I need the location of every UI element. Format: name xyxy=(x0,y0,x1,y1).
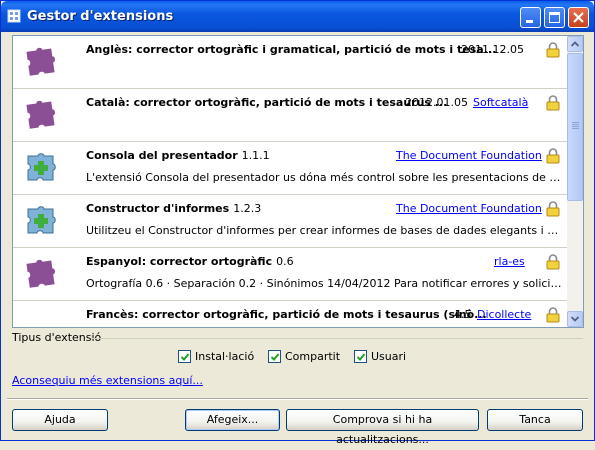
add-button[interactable]: Afegeix... xyxy=(185,409,280,431)
filter-group-label: Tipus d'extensió xyxy=(12,331,102,344)
lock-icon xyxy=(546,95,560,111)
installation-checkbox[interactable] xyxy=(178,350,191,363)
check-updates-button[interactable]: Comprova si hi ha actualitzacions... xyxy=(286,409,479,446)
user-label[interactable]: Usuari xyxy=(371,350,406,363)
svg-text:fr: fr xyxy=(33,326,49,328)
lock-icon xyxy=(546,148,560,164)
scroll-thumb[interactable] xyxy=(567,53,583,201)
more-extensions-link[interactable]: Aconsequiu més extensions aquí... xyxy=(12,374,203,387)
minimize-icon xyxy=(526,20,533,23)
publisher-link[interactable]: Softcatalà xyxy=(473,96,528,109)
close-window-button[interactable] xyxy=(568,7,589,28)
vertical-scrollbar[interactable] xyxy=(567,36,583,327)
user-checkbox[interactable] xyxy=(354,350,367,363)
installation-label[interactable]: Instal·lació xyxy=(195,350,254,363)
list-item[interactable]: Constructor d'informes 1.2.3 The Document… xyxy=(13,195,567,248)
shared-checkbox[interactable] xyxy=(268,350,281,363)
list-item[interactable]: Català: corrector ortogràfic, partició d… xyxy=(13,89,567,142)
extension-description: L'extensió Consola del presentador us dó… xyxy=(86,171,564,184)
check-icon xyxy=(270,353,280,361)
publisher-link[interactable]: rla-es xyxy=(494,255,525,268)
extension-name: Consola del presentador 1.1.1 xyxy=(86,149,270,162)
close-button[interactable]: Tanca xyxy=(487,409,583,431)
scroll-up-button[interactable] xyxy=(567,36,583,52)
chevron-down-icon xyxy=(570,316,580,322)
fr-icon: fr xyxy=(33,326,49,328)
list-item[interactable]: Espanyol: corrector ortogràfic 0.6 rla-es… xyxy=(13,248,567,301)
puzzle-icon xyxy=(26,259,55,288)
publisher-link[interactable]: Dicollecte xyxy=(477,308,531,321)
extension-name: Espanyol: corrector ortogràfic 0.6 xyxy=(86,255,294,268)
extension-version: 4.5 xyxy=(454,308,472,321)
check-icon xyxy=(180,353,190,361)
publisher-link[interactable]: The Document Foundation xyxy=(396,202,542,215)
publisher-link[interactable]: The Document Foundation xyxy=(396,149,542,162)
extension-list[interactable]: Anglès: corrector ortogràfic i gramatica… xyxy=(12,35,584,328)
lock-icon xyxy=(546,254,560,270)
minimize-button[interactable] xyxy=(520,7,541,28)
puzzle-icon xyxy=(26,47,55,76)
extension-name: Anglès: corrector ortogràfic i gramatica… xyxy=(86,43,497,56)
puzzle-plus-icon xyxy=(27,206,56,234)
extension-name: Francès: corrector ortogràfic, partició … xyxy=(86,308,487,321)
list-item[interactable]: Consola del presentador 1.1.1 The Documen… xyxy=(13,142,567,195)
extension-name: Constructor d'informes 1.2.3 xyxy=(86,202,262,215)
lock-icon xyxy=(546,201,560,217)
scroll-down-button[interactable] xyxy=(567,311,583,327)
puzzle-plus-icon xyxy=(27,153,56,181)
extension-manager-window: Gestor d'extensions Anglès: corrector or… xyxy=(0,0,595,446)
lock-icon xyxy=(546,307,560,323)
app-icon xyxy=(7,9,21,23)
list-item[interactable]: Anglès: corrector ortogràfic i gramatica… xyxy=(13,36,567,89)
check-icon xyxy=(356,353,366,361)
maximize-icon xyxy=(549,12,560,23)
puzzle-icon xyxy=(26,100,55,129)
shared-label[interactable]: Compartit xyxy=(285,350,340,363)
group-divider xyxy=(91,338,583,339)
window-title: Gestor d'extensions xyxy=(27,9,174,24)
close-icon xyxy=(573,12,584,23)
lock-icon xyxy=(546,42,560,58)
title-bar[interactable]: Gestor d'extensions xyxy=(1,1,594,32)
chevron-up-icon xyxy=(570,41,580,47)
extension-description: Ortografía 0.6 · Separación 0.2 · Sinóni… xyxy=(86,277,564,290)
help-button[interactable]: Ajuda xyxy=(12,409,108,431)
list-item[interactable]: fr Francès: corrector ortogràfic, partic… xyxy=(13,301,567,328)
extension-date: 2011.12.05 xyxy=(461,43,524,56)
separator xyxy=(7,398,588,400)
extension-name: Català: corrector ortogràfic, partició d… xyxy=(86,96,448,109)
extension-date: 2012.01.05 xyxy=(405,96,468,109)
extension-description: Utilitzeu el Constructor d'informes per … xyxy=(86,224,564,237)
maximize-button[interactable] xyxy=(544,7,565,28)
